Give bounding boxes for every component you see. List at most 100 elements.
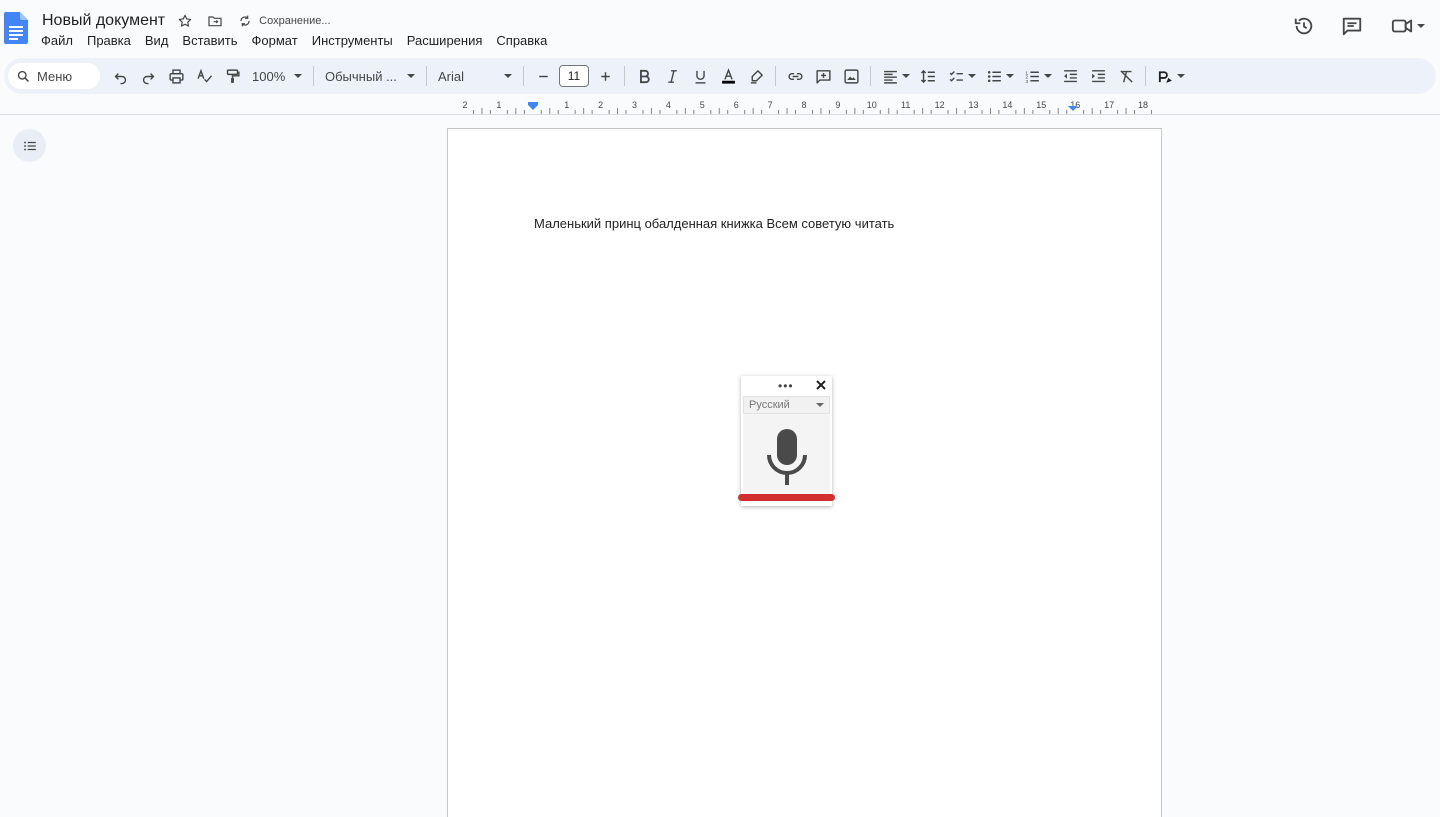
menu-help[interactable]: Справка — [489, 31, 554, 50]
more-options-icon[interactable]: ••• — [778, 379, 794, 393]
docs-logo-icon[interactable] — [4, 12, 28, 44]
comments-icon[interactable] — [1338, 12, 1366, 40]
horizontal-ruler[interactable]: 2 1 1 2 3 4 5 6 7 8 9 10 11 12 13 14 15 16 17 18 — [447, 96, 1161, 114]
microphone-icon — [766, 429, 807, 485]
redo-button[interactable] — [134, 62, 162, 90]
print-button[interactable] — [162, 62, 190, 90]
print-icon — [168, 68, 184, 84]
document-body-text[interactable]: Маленький принц обалденная книжка Всем с… — [534, 216, 894, 231]
menu-edit[interactable]: Правка — [80, 31, 138, 50]
recording-indicator-bar — [738, 494, 835, 501]
chevron-down-icon — [504, 74, 512, 78]
document-outline-button[interactable] — [13, 129, 46, 162]
increase-indent-button[interactable] — [1084, 62, 1112, 90]
chevron-down-icon[interactable] — [1177, 74, 1185, 78]
underline-icon — [695, 70, 705, 84]
ruler-label: 13 — [968, 100, 978, 110]
clear-formatting-icon — [1119, 69, 1133, 83]
chevron-down-icon[interactable] — [902, 74, 910, 78]
ruler-label: 10 — [867, 100, 877, 110]
voice-typing-panel: ••• Русский — [738, 376, 835, 506]
bold-button[interactable] — [630, 62, 658, 90]
voice-typing-header[interactable]: ••• — [741, 376, 832, 396]
ruler-label: 8 — [801, 100, 806, 110]
voice-language-value: Русский — [749, 399, 790, 411]
ruler-label: 1 — [564, 100, 569, 110]
paragraph-style-value: Обычный ... — [325, 68, 397, 84]
paint-format-button[interactable] — [218, 62, 246, 90]
italic-button[interactable] — [658, 62, 686, 90]
toolbar-divider — [775, 66, 776, 86]
font-size-input[interactable]: 11 — [559, 65, 589, 87]
menu-insert[interactable]: Вставить — [175, 31, 244, 50]
toolbar-divider — [523, 66, 524, 86]
move-folder-icon[interactable] — [203, 9, 227, 33]
pen-icon — [1158, 70, 1172, 83]
ruler-label: 15 — [1036, 100, 1046, 110]
menu-file[interactable]: Файл — [34, 31, 80, 50]
spellcheck-icon — [196, 68, 212, 82]
chevron-down-icon — [294, 74, 302, 78]
title-row: Новый документ Сохранение... — [40, 9, 331, 33]
add-comment-button[interactable] — [809, 62, 837, 90]
toolbar-divider — [870, 66, 871, 86]
align-button[interactable] — [876, 62, 904, 90]
ruler-label: 5 — [700, 100, 705, 110]
undo-button[interactable] — [106, 62, 134, 90]
close-icon[interactable] — [814, 378, 828, 392]
chevron-down-icon — [1417, 24, 1425, 28]
voice-language-select[interactable]: Русский — [743, 396, 830, 414]
menu-view[interactable]: Вид — [138, 31, 176, 50]
ruler-scale: 2 1 1 2 3 4 5 6 7 8 9 10 11 12 13 14 15 16 17 18 — [462, 100, 1152, 114]
font-value: Arial — [438, 68, 465, 84]
add-comment-icon — [815, 69, 831, 84]
decrease-font-size-button[interactable] — [529, 62, 557, 90]
left-indent-marker[interactable] — [528, 102, 538, 110]
ruler-label: 2 — [598, 100, 603, 110]
zoom-select[interactable]: 100% — [246, 62, 308, 90]
bulleted-list-button[interactable] — [980, 62, 1008, 90]
insert-image-button[interactable] — [837, 62, 865, 90]
highlight-color-button[interactable] — [742, 62, 770, 90]
insert-link-button[interactable] — [781, 62, 809, 90]
menu-tools[interactable]: Инструменты — [305, 31, 400, 50]
text-color-button[interactable] — [714, 62, 742, 90]
version-history-icon[interactable] — [1290, 12, 1318, 40]
meet-button[interactable] — [1386, 12, 1430, 40]
saving-status: Сохранение... — [259, 15, 331, 27]
menu-search-button[interactable]: Меню — [8, 63, 100, 89]
toolbar: Меню 100% Обычный ... Arial 11 1 2 3 — [4, 58, 1436, 94]
sync-icon — [233, 9, 257, 33]
link-icon — [787, 72, 803, 80]
underline-button[interactable] — [686, 62, 714, 90]
editing-mode-button[interactable] — [1151, 62, 1179, 90]
chevron-down-icon[interactable] — [1006, 74, 1014, 78]
increase-font-size-button[interactable] — [591, 62, 619, 90]
ruler-label: 1 — [496, 100, 501, 110]
video-camera-icon — [1391, 19, 1413, 33]
bulleted-list-icon — [987, 70, 1001, 82]
menu-extensions[interactable]: Расширения — [400, 31, 490, 50]
menu-format[interactable]: Формат — [245, 31, 305, 50]
chevron-down-icon[interactable] — [1044, 74, 1052, 78]
font-select[interactable]: Arial — [432, 62, 518, 90]
text-color-icon — [721, 67, 735, 84]
document-title[interactable]: Новый документ — [40, 11, 167, 31]
checklist-button[interactable] — [942, 62, 970, 90]
star-icon[interactable] — [173, 9, 197, 33]
line-spacing-button[interactable] — [914, 62, 942, 90]
chevron-down-icon[interactable] — [968, 74, 976, 78]
increase-indent-icon — [1091, 69, 1105, 82]
decrease-indent-button[interactable] — [1056, 62, 1084, 90]
clear-formatting-button[interactable] — [1112, 62, 1140, 90]
svg-text:3: 3 — [1025, 78, 1028, 84]
numbered-list-button[interactable]: 123 — [1018, 62, 1046, 90]
toolbar-divider — [624, 66, 625, 86]
paragraph-style-select[interactable]: Обычный ... — [319, 62, 421, 90]
microphone-button[interactable] — [743, 414, 830, 500]
bold-icon — [639, 69, 650, 83]
menubar: Файл Правка Вид Вставить Формат Инструме… — [34, 31, 554, 50]
ruler-label: 18 — [1138, 100, 1148, 110]
zoom-value: 100% — [252, 68, 286, 84]
spellcheck-button[interactable] — [190, 62, 218, 90]
